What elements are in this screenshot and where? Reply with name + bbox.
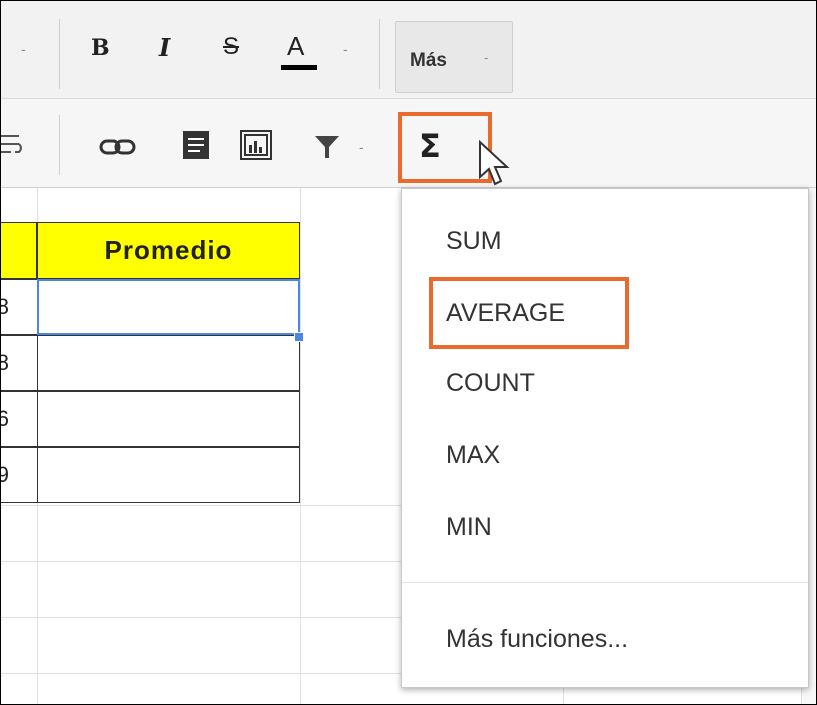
menu-item-count[interactable]: COUNT (446, 369, 535, 398)
menu-item-more-functions[interactable]: Más funciones... (446, 625, 628, 654)
text-color-caret[interactable]: - (343, 41, 348, 57)
link-icon[interactable] (99, 137, 137, 157)
more-button[interactable]: Más - (395, 21, 513, 93)
left-cell[interactable]: 8 (1, 279, 37, 335)
menu-item-sum[interactable]: SUM (446, 227, 502, 256)
toolbar-separator (59, 115, 60, 175)
cell-value: 8 (1, 294, 9, 320)
average-cell[interactable] (37, 391, 300, 447)
functions-menu: SUM AVERAGE COUNT MAX MIN Más funciones.… (401, 188, 809, 688)
cursor-icon (479, 139, 510, 186)
menu-item-max[interactable]: MAX (446, 441, 500, 470)
text-color-button[interactable]: A (287, 31, 304, 62)
menu-separator (402, 582, 808, 583)
average-cell[interactable] (37, 447, 300, 503)
grid-line (300, 188, 301, 704)
header-cell-promedio[interactable]: Promedio (37, 222, 300, 279)
wrap-icon[interactable] (1, 131, 23, 161)
left-cell[interactable]: 8 (1, 335, 37, 391)
bold-button[interactable]: B (91, 35, 110, 61)
average-highlight (429, 277, 629, 349)
toolbar-separator (379, 19, 380, 89)
cell-value: 6 (1, 406, 9, 432)
menu-item-min[interactable]: MIN (446, 513, 492, 542)
cell-value: 9 (1, 462, 9, 488)
italic-button[interactable]: I (159, 33, 170, 62)
selected-cell[interactable] (37, 279, 300, 335)
more-button-label: Más (410, 50, 447, 71)
filter-caret[interactable]: - (359, 139, 364, 155)
spreadsheet-window: - B I S A - Más - - Σ Promedio SUM AVERA… (0, 0, 817, 705)
cell-value: 8 (1, 350, 9, 376)
font-size-caret[interactable]: - (21, 41, 26, 57)
left-cell[interactable]: 9 (1, 447, 37, 503)
left-cell[interactable]: 6 (1, 391, 37, 447)
fill-handle[interactable] (294, 332, 304, 342)
text-color-swatch (281, 65, 317, 70)
toolbar-separator (59, 19, 60, 89)
more-caret: - (484, 50, 489, 65)
filter-icon[interactable] (313, 133, 341, 161)
format-toolbar: - B I S A - Más - (1, 1, 816, 99)
average-cell[interactable] (37, 335, 300, 391)
chart-icon[interactable] (239, 129, 273, 161)
strikethrough-button[interactable]: S (223, 33, 239, 61)
comment-icon[interactable] (181, 129, 211, 161)
header-cell-left[interactable] (1, 222, 37, 279)
